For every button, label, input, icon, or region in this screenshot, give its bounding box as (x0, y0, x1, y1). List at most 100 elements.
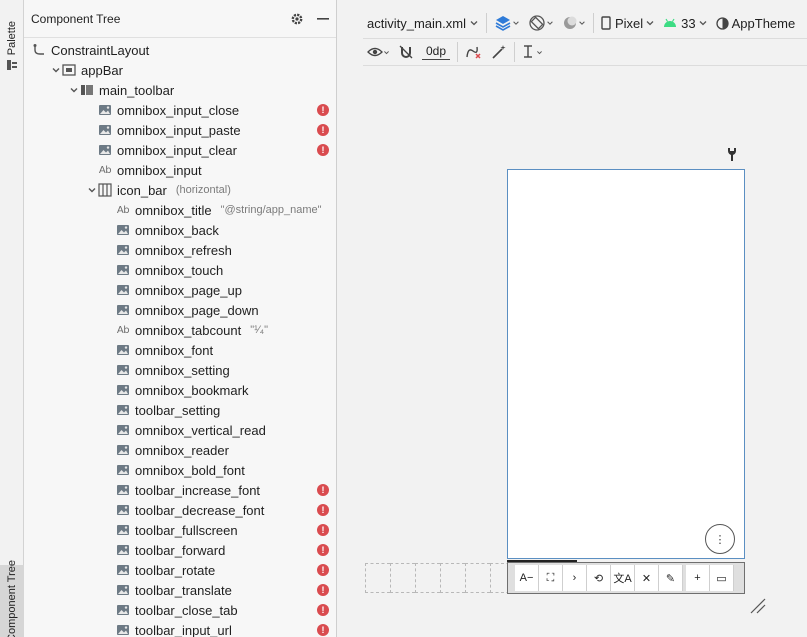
tree-row[interactable]: Ab omnibox_input (24, 160, 336, 180)
tree-row[interactable]: appBar (24, 60, 336, 80)
default-margin-field[interactable]: 0dp (422, 44, 451, 60)
api-level: 33 (681, 15, 696, 31)
device-preview-screen[interactable] (507, 169, 745, 559)
device-selector[interactable]: Pixel (597, 10, 659, 36)
tree-row[interactable]: toolbar_setting (24, 400, 336, 420)
tree-row[interactable]: toolbar_rotate! (24, 560, 336, 580)
widget-icon (116, 483, 130, 497)
clear-constraints-button[interactable] (461, 39, 487, 65)
tree-row[interactable]: Ab omnibox_title "@string/app_name" (24, 200, 336, 220)
error-icon[interactable]: ! (317, 624, 329, 636)
tree-row[interactable]: omnibox_page_up (24, 280, 336, 300)
error-icon[interactable]: ! (317, 504, 329, 516)
api-level-selector[interactable]: 33 (659, 10, 711, 36)
tree-row[interactable]: omnibox_touch (24, 260, 336, 280)
error-icon[interactable]: ! (317, 144, 329, 156)
orientation-button[interactable] (524, 10, 558, 36)
widget-icon (116, 543, 130, 557)
widget-icon (116, 463, 130, 477)
error-icon[interactable]: ! (317, 604, 329, 616)
preview-icon-button[interactable]: ⛶ (539, 565, 563, 591)
tree-row-detail: (horizontal) (175, 184, 231, 196)
preview-icon-button[interactable]: ▭ (710, 565, 734, 591)
tree-row[interactable]: omnibox_reader (24, 440, 336, 460)
tree-row[interactable]: toolbar_input_url! (24, 620, 336, 637)
minimize-icon[interactable] (310, 8, 336, 30)
resize-handle-icon[interactable] (747, 595, 767, 615)
tree-row[interactable]: omnibox_setting (24, 360, 336, 380)
gear-icon[interactable] (284, 8, 310, 30)
tree-row[interactable]: ConstraintLayout (24, 40, 336, 60)
tree-row[interactable]: omnibox_font (24, 340, 336, 360)
preview-icon-button[interactable]: ✎ (659, 565, 683, 591)
image-icon (117, 445, 129, 455)
tree-row[interactable]: omnibox_back (24, 220, 336, 240)
tree-row[interactable]: main_toolbar (24, 80, 336, 100)
chevron-down-icon (513, 21, 519, 25)
tree-row[interactable]: omnibox_refresh (24, 240, 336, 260)
error-icon[interactable]: ! (317, 104, 329, 116)
error-icon[interactable]: ! (317, 484, 329, 496)
tree-row[interactable]: omnibox_bold_font (24, 460, 336, 480)
error-icon[interactable]: ! (317, 124, 329, 136)
tree-row[interactable]: toolbar_close_tab! (24, 600, 336, 620)
tree-row[interactable]: omnibox_bookmark (24, 380, 336, 400)
tree-row[interactable]: toolbar_forward! (24, 540, 336, 560)
preview-icon-button[interactable]: ✕ (635, 565, 659, 591)
night-mode-icon (563, 16, 577, 29)
file-selector[interactable]: activity_main.xml (363, 10, 483, 36)
design-surface-button[interactable] (490, 10, 524, 36)
tree-row[interactable]: toolbar_fullscreen! (24, 520, 336, 540)
image-icon (117, 585, 129, 595)
tree-row[interactable]: toolbar_decrease_font! (24, 500, 336, 520)
tree-row[interactable]: omnibox_page_down (24, 300, 336, 320)
tree-row[interactable]: Ab omnibox_tabcount "¹⁄₄" (24, 320, 336, 340)
infer-constraints-button[interactable] (487, 39, 511, 65)
error-icon[interactable]: ! (317, 584, 329, 596)
preview-icon-button[interactable]: ⟲ (587, 565, 611, 591)
tree-row[interactable]: icon_bar (horizontal) (24, 180, 336, 200)
widget-icon (98, 123, 112, 137)
chevron-down-icon[interactable] (86, 184, 98, 196)
widget-icon (116, 383, 130, 397)
preview-icon-bar[interactable]: A− ⛶ › ⟲ 文A ✕ ✎ + ▭ (507, 562, 745, 594)
night-mode-button[interactable] (558, 10, 590, 36)
view-options-button[interactable] (363, 39, 394, 65)
tree-row[interactable]: omnibox_input_close! (24, 100, 336, 120)
image-icon (117, 365, 129, 375)
component-tree-title: Component Tree (31, 11, 121, 26)
wrench-icon[interactable] (726, 147, 738, 161)
preview-icon-button[interactable]: › (563, 565, 587, 591)
tree-row-label: omnibox_font (135, 342, 214, 358)
theme-selector[interactable]: AppTheme (712, 10, 800, 36)
preview-icon-button[interactable]: 文A (611, 565, 635, 591)
design-canvas[interactable]: ⋮ A− ⛶ › ⟲ 文A ✕ ✎ + ▭ (363, 67, 807, 637)
preview-icon-button[interactable]: A− (515, 565, 539, 591)
tree-row[interactable]: omnibox_vertical_read (24, 420, 336, 440)
tree-row[interactable]: omnibox_input_paste! (24, 120, 336, 140)
palette-tab[interactable]: Palette (0, 14, 24, 78)
preview-icon-button[interactable]: + (686, 565, 710, 591)
palette-tab-label: Palette (6, 20, 18, 56)
tree-row-label: omnibox_input_close (117, 102, 240, 118)
error-icon[interactable]: ! (317, 524, 329, 536)
panel-splitter[interactable] (337, 0, 363, 637)
widget-icon: Ab (116, 203, 130, 217)
error-icon[interactable]: ! (317, 544, 329, 556)
autoconnect-toggle[interactable] (394, 39, 418, 65)
error-icon[interactable]: ! (317, 564, 329, 576)
guidelines-button[interactable] (518, 39, 547, 65)
component-tree-tab[interactable]: Component Tree (0, 560, 24, 637)
tree-row[interactable]: toolbar_translate! (24, 580, 336, 600)
chevron-down-icon[interactable] (50, 64, 62, 76)
chevron-down-icon[interactable] (68, 84, 80, 96)
tree-row-label: omnibox_input (117, 162, 202, 178)
tree-row-label: omnibox_input_paste (117, 122, 241, 138)
tree-row[interactable]: toolbar_increase_font! (24, 480, 336, 500)
overflow-menu-button[interactable]: ⋮ (705, 524, 735, 554)
tree-row[interactable]: omnibox_input_clear! (24, 140, 336, 160)
